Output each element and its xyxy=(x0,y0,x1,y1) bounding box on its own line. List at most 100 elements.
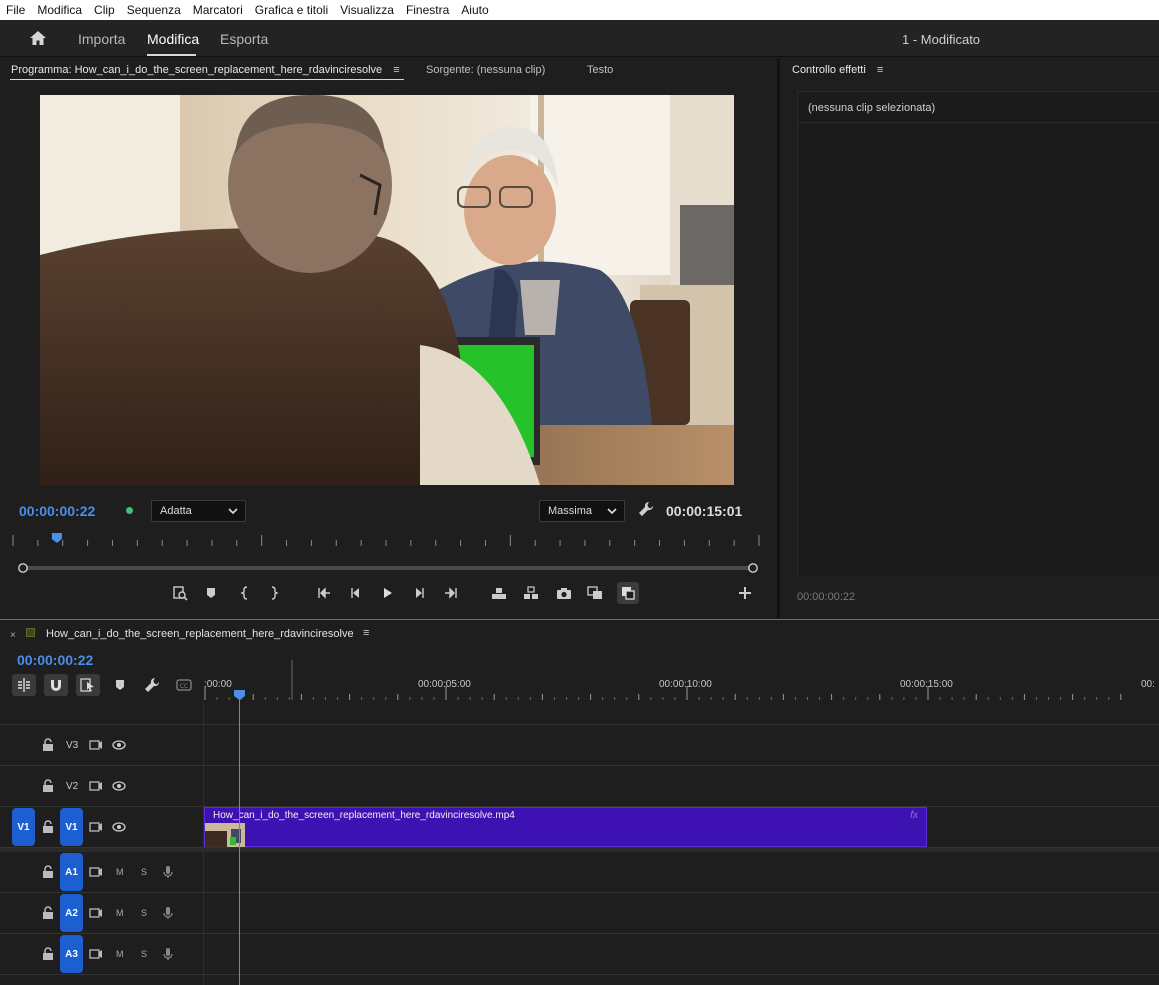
workspace-header: Importa Modifica Esporta 1 - Modificato xyxy=(0,20,1159,57)
track-row-a3: A3 M S xyxy=(0,934,1159,975)
effect-controls-content: (nessuna clip selezionata) xyxy=(797,91,1159,577)
track-row-a2: A2 M S xyxy=(0,893,1159,934)
linked-selection-button[interactable] xyxy=(76,674,100,696)
timeline-settings-button[interactable] xyxy=(140,674,164,696)
source-patch-v1[interactable]: V1 xyxy=(12,808,35,846)
mark-out-button[interactable] xyxy=(265,584,283,602)
lock-icon[interactable] xyxy=(41,820,55,834)
panel-menu-icon[interactable]: ≡ xyxy=(877,64,883,76)
menu-sequenza[interactable]: Sequenza xyxy=(121,3,187,17)
play-button[interactable] xyxy=(378,584,396,602)
sync-lock-icon[interactable] xyxy=(89,738,103,752)
tab-esporta[interactable]: Esporta xyxy=(220,31,268,47)
add-marker-button[interactable] xyxy=(202,584,220,602)
track-target-a3[interactable]: A3 xyxy=(60,935,83,973)
microphone-icon[interactable] xyxy=(161,865,175,879)
insert-overwrite-nest-button[interactable] xyxy=(12,674,36,696)
track-label-v2[interactable]: V2 xyxy=(66,781,78,792)
sync-lock-icon[interactable] xyxy=(89,947,103,961)
quality-dropdown[interactable]: Massima xyxy=(539,500,625,522)
ruler-label: :00:00 xyxy=(204,679,232,690)
menu-visualizza[interactable]: Visualizza xyxy=(334,3,400,17)
ruler-label: 00: xyxy=(1141,679,1155,690)
lock-icon[interactable] xyxy=(41,738,55,752)
button-editor-button[interactable] xyxy=(736,584,754,602)
program-current-timecode[interactable]: 00:00:00:22 xyxy=(19,503,95,519)
lock-icon[interactable] xyxy=(41,779,55,793)
home-icon[interactable] xyxy=(29,29,47,47)
tab-program-monitor[interactable]: Programma: How_can_i_do_the_screen_repla… xyxy=(11,64,400,76)
panel-menu-icon[interactable]: ≡ xyxy=(363,627,369,639)
menu-aiuto[interactable]: Aiuto xyxy=(455,3,494,17)
wrench-icon xyxy=(145,677,160,692)
lock-icon[interactable] xyxy=(41,906,55,920)
lift-button[interactable] xyxy=(490,584,508,602)
sync-lock-icon[interactable] xyxy=(89,779,103,793)
tab-text[interactable]: Testo xyxy=(587,64,613,76)
menu-modifica[interactable]: Modifica xyxy=(31,3,88,17)
tab-importa[interactable]: Importa xyxy=(78,31,125,47)
snap-toggle-button[interactable] xyxy=(44,674,68,696)
mute-button[interactable]: M xyxy=(116,867,124,877)
video-clip[interactable]: How_can_i_do_the_screen_replacement_here… xyxy=(204,807,927,847)
eye-icon[interactable] xyxy=(112,738,126,752)
mark-in-button[interactable] xyxy=(236,584,254,602)
menu-marcatori[interactable]: Marcatori xyxy=(187,3,249,17)
linked-selection-icon xyxy=(80,678,94,692)
step-forward-button[interactable] xyxy=(410,584,428,602)
menu-file[interactable]: File xyxy=(0,3,31,17)
add-marker-button[interactable] xyxy=(108,674,132,696)
track-target-a2[interactable]: A2 xyxy=(60,894,83,932)
lock-icon[interactable] xyxy=(41,947,55,961)
go-to-out-button[interactable] xyxy=(442,584,460,602)
go-to-in-button[interactable] xyxy=(315,584,333,602)
program-time-ruler[interactable] xyxy=(12,532,760,548)
fx-badge[interactable]: fx xyxy=(910,810,918,821)
menu-bar: File Modifica Clip Sequenza Marcatori Gr… xyxy=(0,0,1159,20)
ruler-label: 00:00:10:00 xyxy=(659,679,712,690)
active-tab-indicator xyxy=(147,54,196,56)
playhead-line[interactable] xyxy=(239,698,240,985)
mute-button[interactable]: M xyxy=(116,949,124,959)
eye-icon[interactable] xyxy=(112,820,126,834)
proxy-toggle-button[interactable] xyxy=(617,582,639,604)
track-target-v1[interactable]: V1 xyxy=(60,808,83,846)
quality-dropdown-value: Massima xyxy=(548,505,593,517)
sync-lock-icon[interactable] xyxy=(89,865,103,879)
step-back-button[interactable] xyxy=(347,584,365,602)
insert-clip-button[interactable] xyxy=(171,584,189,602)
extract-button[interactable] xyxy=(522,584,540,602)
eye-icon[interactable] xyxy=(112,779,126,793)
solo-button[interactable]: S xyxy=(141,908,147,918)
export-frame-button[interactable] xyxy=(555,584,573,602)
track-row-v2: V2 xyxy=(0,766,1159,807)
menu-clip[interactable]: Clip xyxy=(88,3,121,17)
sync-lock-icon[interactable] xyxy=(89,906,103,920)
menu-grafica[interactable]: Grafica e titoli xyxy=(249,3,334,17)
solo-button[interactable]: S xyxy=(141,949,147,959)
tab-modifica[interactable]: Modifica xyxy=(147,31,199,47)
captions-button[interactable]: CC xyxy=(172,674,196,696)
zoom-scroll-bar[interactable] xyxy=(18,563,758,573)
microphone-icon[interactable] xyxy=(161,947,175,961)
panel-menu-icon[interactable]: ≡ xyxy=(393,64,399,76)
menu-finestra[interactable]: Finestra xyxy=(400,3,455,17)
track-target-a1[interactable]: A1 xyxy=(60,853,83,891)
mute-button[interactable]: M xyxy=(116,908,124,918)
fit-dropdown[interactable]: Adatta xyxy=(151,500,246,522)
comparison-view-button[interactable] xyxy=(586,584,604,602)
lift-icon xyxy=(492,588,506,599)
lock-icon[interactable] xyxy=(41,865,55,879)
sequence-tab-label[interactable]: How_can_i_do_the_screen_replacement_here… xyxy=(46,628,354,640)
sync-lock-icon[interactable] xyxy=(89,820,103,834)
program-playhead[interactable] xyxy=(51,533,62,543)
solo-button[interactable]: S xyxy=(141,867,147,877)
timeline-current-timecode[interactable]: 00:00:00:22 xyxy=(17,652,93,668)
program-video-frame[interactable] xyxy=(40,95,734,485)
track-label-v3[interactable]: V3 xyxy=(66,740,78,751)
tab-source-monitor[interactable]: Sorgente: (nessuna clip) xyxy=(426,64,545,76)
close-icon[interactable]: × xyxy=(10,630,16,641)
tab-effect-controls[interactable]: Controllo effetti ≡ xyxy=(792,64,883,76)
microphone-icon[interactable] xyxy=(161,906,175,920)
wrench-settings-icon[interactable] xyxy=(638,501,654,517)
